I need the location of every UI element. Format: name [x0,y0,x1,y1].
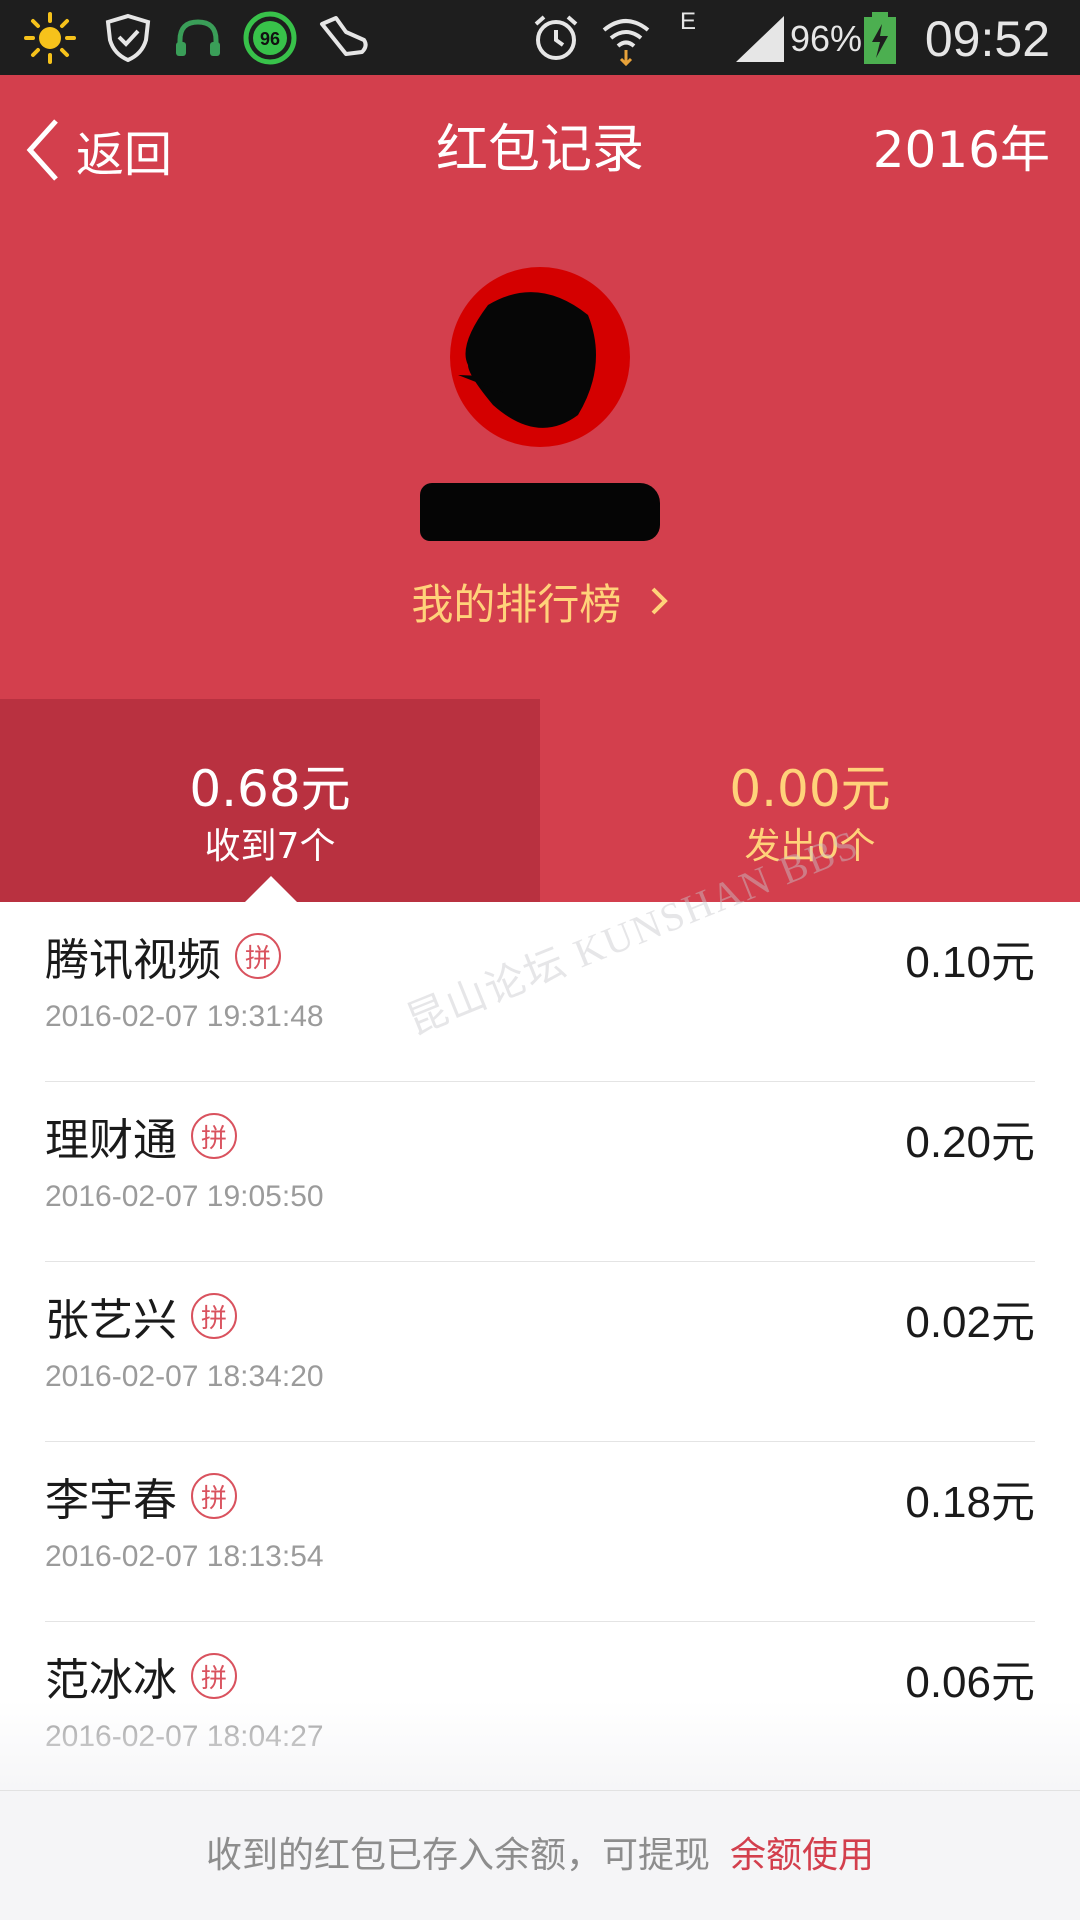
clock: 09:52 [924,11,1050,67]
sender-name: 理财通 [45,1115,177,1166]
shield-icon [105,13,151,63]
list-item[interactable]: 张艺兴拼 2016-02-07 18:34:20 0.02元 [45,1262,1035,1442]
ranking-link[interactable]: 我的排行榜 [0,575,1080,635]
balance-use-link[interactable]: 余额使用 [730,1835,874,1876]
list-item[interactable]: 李宇春拼 2016-02-07 18:13:54 0.18元 [45,1442,1035,1622]
footer: 收到的红包已存入余额，可提现 余额使用 [0,1790,1080,1920]
tab-received[interactable]: 0.68元 收到7个 [0,699,540,902]
shoe-icon [320,16,368,56]
username-redacted [420,483,660,541]
record-time: 2016-02-07 18:04:27 [45,1720,324,1753]
record-amount: 0.02元 [905,1298,1035,1347]
sender-name: 李宇春 [45,1475,177,1526]
chevron-right-icon [649,573,669,633]
group-badge: 拼 [191,1113,237,1159]
ranking-label: 我的排行榜 [411,580,622,629]
tab-sent[interactable]: 0.00元 发出0个 [540,699,1080,902]
record-time: 2016-02-07 19:31:48 [45,1000,324,1033]
sender-name: 范冰冰 [45,1655,177,1706]
battery-percent: 96% [790,18,863,59]
sender-name: 张艺兴 [45,1295,177,1346]
sun-icon [24,12,76,64]
badge-96-icon: 96 [243,11,297,65]
signal-icon [736,16,784,62]
group-badge: 拼 [191,1293,237,1339]
summary-tabs: 0.68元 收到7个 0.00元 发出0个 [0,699,1080,902]
wifi-icon [602,19,650,66]
svg-text:96: 96 [260,29,280,49]
chevron-left-icon [26,119,58,181]
back-label: 返回 [76,127,173,183]
battery-icon [864,12,896,64]
record-amount: 0.06元 [905,1658,1035,1707]
alarm-icon [534,15,578,60]
sent-amount: 0.00元 [729,760,891,818]
headphones-icon [176,19,220,56]
network-type-label: E [680,8,697,35]
group-badge: 拼 [191,1473,237,1519]
group-badge: 拼 [191,1653,237,1699]
list-item[interactable]: 腾讯视频拼 2016-02-07 19:31:48 0.10元 [45,902,1035,1082]
received-amount: 0.68元 [189,760,351,818]
received-count: 收到7个 [204,826,336,867]
record-amount: 0.20元 [905,1118,1035,1167]
status-bar: 96 E 96% 09:52 [0,0,1080,75]
record-amount: 0.18元 [905,1478,1035,1527]
record-amount: 0.10元 [905,938,1035,987]
group-badge: 拼 [235,933,281,979]
records-list[interactable]: 腾讯视频拼 2016-02-07 19:31:48 0.10元 理财通拼 201… [0,902,1080,1790]
list-item[interactable]: 范冰冰拼 2016-02-07 18:04:27 0.06元 [45,1622,1035,1790]
record-time: 2016-02-07 19:05:50 [45,1180,324,1213]
header: 返回 红包记录 2016年 我的排行榜 [0,75,1080,699]
year-selector[interactable]: 2016年 [873,115,1050,185]
footer-note: 收到的红包已存入余额，可提现 [205,1835,710,1876]
back-button[interactable]: 返回 [22,115,172,185]
avatar[interactable] [448,265,632,449]
record-time: 2016-02-07 18:34:20 [45,1360,324,1393]
sent-count: 发出0个 [744,826,876,867]
sender-name: 腾讯视频 [45,935,221,986]
list-item[interactable]: 理财通拼 2016-02-07 19:05:50 0.20元 [45,1082,1035,1262]
record-time: 2016-02-07 18:13:54 [45,1540,324,1573]
